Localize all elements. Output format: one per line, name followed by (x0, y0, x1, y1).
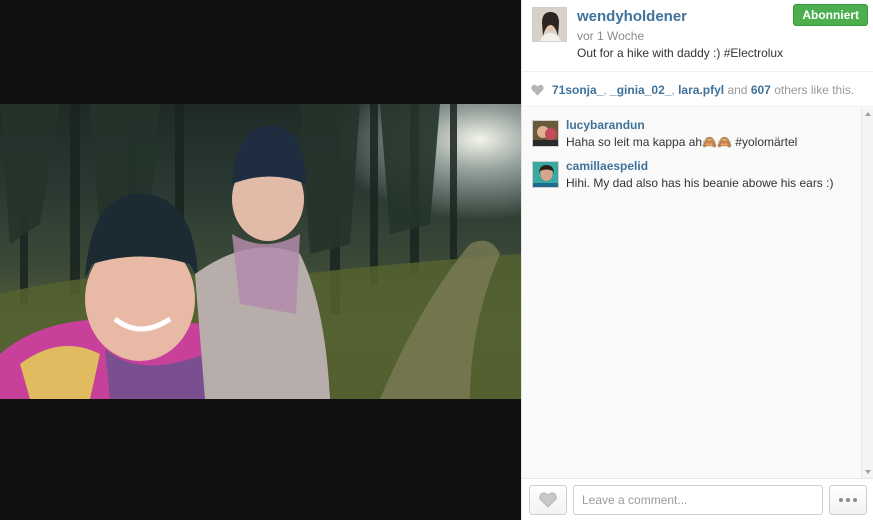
comment-text: Haha so leit ma kappa ah🙈🙈 #yolomärtel (566, 135, 798, 149)
commenter-avatar[interactable] (532, 161, 559, 188)
comment-username[interactable]: camillaespelid (566, 159, 648, 173)
post-timestamp[interactable]: vor 1 Woche (577, 29, 644, 43)
liker-link[interactable]: lara.pfyl (678, 83, 724, 97)
scroll-up-icon[interactable] (865, 112, 871, 116)
media-pane (0, 0, 521, 520)
post-caption: Out for a hike with daddy :) #Electrolux (577, 46, 784, 60)
comment-footer (522, 478, 873, 520)
dot (839, 498, 843, 502)
likes-row: 71sonja_, _ginia_02_, lara.pfyl and 607 … (522, 73, 873, 107)
comment-text: Hihi. My dad also has his beanie abowe h… (566, 176, 834, 190)
post-header: wendyholdener vor 1 Woche Out for a hike… (522, 0, 873, 72)
dot (846, 498, 850, 502)
likes-summary: 71sonja_, _ginia_02_, lara.pfyl and 607 … (552, 83, 854, 97)
author-username[interactable]: wendyholdener (577, 8, 687, 25)
liker-link[interactable]: _ginia_02_ (610, 83, 671, 97)
commenter-avatar[interactable] (532, 120, 559, 147)
dot (853, 498, 857, 502)
more-options-icon[interactable] (829, 485, 867, 515)
comment-username[interactable]: lucybarandun (566, 118, 645, 132)
author-avatar[interactable] (532, 7, 567, 42)
liker-link[interactable]: 71sonja_ (552, 83, 603, 97)
follow-button[interactable]: Abonniert (793, 4, 868, 26)
likes-count[interactable]: 607 (751, 83, 771, 97)
heart-outline-icon (539, 492, 557, 508)
scroll-down-icon[interactable] (865, 470, 871, 474)
photo-illustration (0, 104, 521, 399)
like-button[interactable] (529, 485, 567, 515)
heart-icon (531, 84, 544, 96)
comments-scrollbar[interactable] (861, 108, 873, 478)
post-sidebar: wendyholdener vor 1 Woche Out for a hike… (521, 0, 873, 520)
likes-suffix: others like this. (770, 83, 855, 97)
post-photo[interactable] (0, 104, 521, 399)
comments-list: lucybarandun Haha so leit ma kappa ah🙈🙈 … (522, 108, 873, 478)
comment-input[interactable] (573, 485, 823, 515)
likes-and-text: and (724, 83, 751, 97)
